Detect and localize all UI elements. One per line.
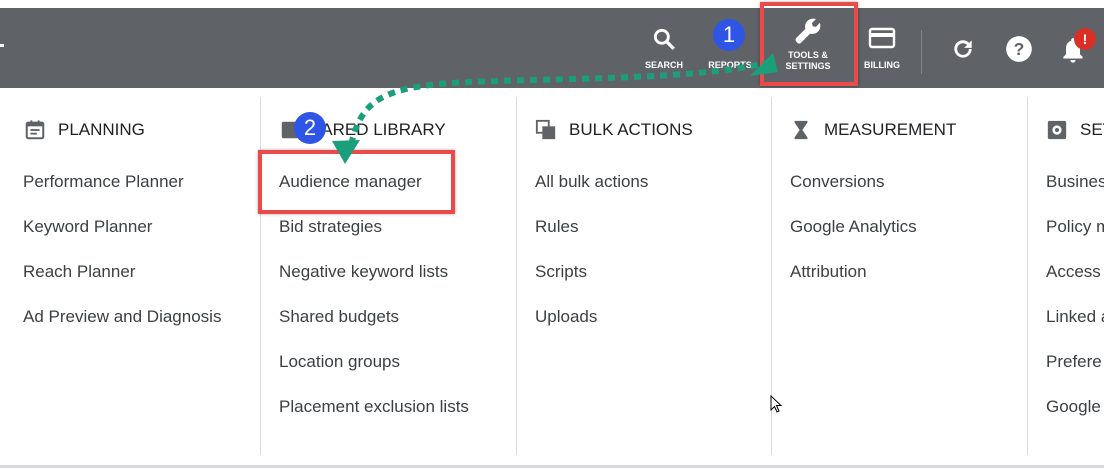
menu-item-shared-budgets[interactable]: Shared budgets (279, 307, 399, 327)
shared-library-title: HARED LIBRARY (309, 120, 446, 139)
menu-item-ad-preview[interactable]: Ad Preview and Diagnosis (23, 307, 221, 327)
audience-manager-highlight (258, 150, 455, 214)
bulk-actions-header: BULK ACTIONS (535, 119, 693, 141)
measurement-title: MEASUREMENT (824, 120, 957, 139)
menu-item-negative-keyword-lists[interactable]: Negative keyword lists (279, 262, 448, 282)
reports-label: REPORTS (708, 60, 752, 70)
setup-section: SET Busines Policy m Access Linked a Pre… (1028, 97, 1104, 455)
menu-item-google[interactable]: Google (1046, 397, 1101, 417)
bulk-actions-section: BULK ACTIONS All bulk actions Rules Scri… (517, 97, 771, 455)
menu-item-policy-manager[interactable]: Policy m (1046, 217, 1104, 237)
billing-label: BILLING (864, 60, 900, 70)
menu-item-bid-strategies[interactable]: Bid strategies (279, 217, 382, 237)
measurement-section: MEASUREMENT Conversions Google Analytics… (772, 97, 1027, 455)
gear-icon (1047, 120, 1067, 140)
search-label: SEARCH (644, 60, 683, 70)
menu-item-attribution[interactable]: Attribution (790, 262, 867, 282)
menu-item-uploads[interactable]: Uploads (535, 307, 597, 327)
search-icon (653, 28, 675, 50)
menu-item-linked-accounts[interactable]: Linked a (1046, 307, 1104, 327)
menu-item-access[interactable]: Access (1046, 262, 1101, 282)
planning-title: PLANNING (58, 120, 145, 139)
setup-header: SET (1046, 119, 1104, 141)
billing-button[interactable]: BILLING (857, 8, 907, 88)
bulk-actions-title: BULK ACTIONS (569, 120, 693, 139)
planning-header: PLANNING (24, 119, 145, 141)
notification-badge: ! (1074, 28, 1096, 50)
setup-title: SET (1080, 120, 1104, 139)
toolbar-divider (921, 30, 922, 74)
menu-bottom-border (0, 465, 1104, 468)
svg-text:?: ? (1014, 39, 1025, 59)
menu-item-location-groups[interactable]: Location groups (279, 352, 400, 372)
top-toolbar: SEARCH REPORTS TOOLS & SETTINGS BILLING … (0, 8, 1104, 88)
back-arrow-icon[interactable] (0, 44, 4, 47)
menu-item-reach-planner[interactable]: Reach Planner (23, 262, 135, 282)
mouse-cursor-icon (770, 395, 783, 413)
search-button[interactable]: SEARCH (640, 8, 688, 88)
step-2-badge: 2 (294, 112, 326, 144)
menu-item-performance-planner[interactable]: Performance Planner (23, 172, 184, 192)
help-icon[interactable]: ? (1005, 35, 1033, 63)
hourglass-icon (794, 120, 808, 140)
menu-item-scripts[interactable]: Scripts (535, 262, 587, 282)
menu-item-preferences[interactable]: Prefere (1046, 352, 1102, 372)
menu-item-placement-exclusion-lists[interactable]: Placement exclusion lists (279, 397, 469, 417)
calendar-icon (25, 120, 45, 140)
menu-item-conversions[interactable]: Conversions (790, 172, 885, 192)
tools-settings-highlight (760, 2, 858, 86)
menu-item-google-analytics[interactable]: Google Analytics (790, 217, 917, 237)
planning-section: PLANNING Performance Planner Keyword Pla… (5, 97, 260, 455)
menu-item-keyword-planner[interactable]: Keyword Planner (23, 217, 152, 237)
menu-item-business[interactable]: Busines (1046, 172, 1104, 192)
step-1-badge: 1 (713, 19, 745, 51)
refresh-icon[interactable] (950, 36, 976, 62)
credit-card-icon (868, 27, 896, 49)
menu-item-rules[interactable]: Rules (535, 217, 578, 237)
copy-icon (535, 119, 556, 140)
measurement-header: MEASUREMENT (790, 119, 956, 141)
menu-item-all-bulk-actions[interactable]: All bulk actions (535, 172, 648, 192)
